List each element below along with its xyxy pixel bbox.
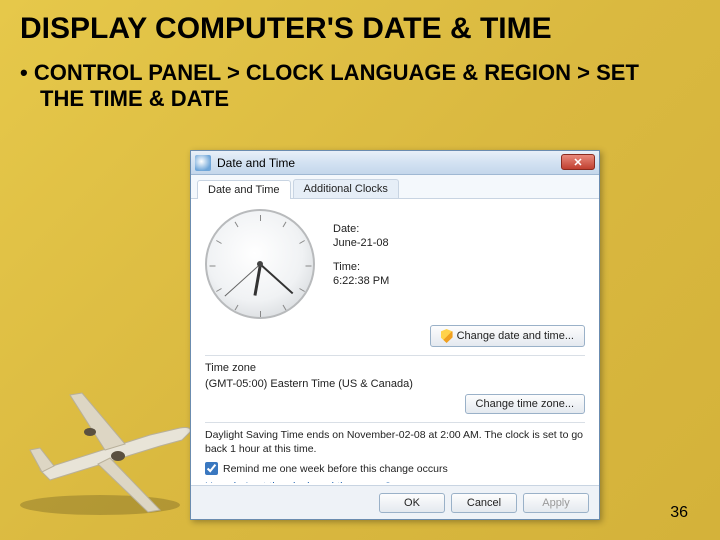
- dialog-footer: OK Cancel Apply: [191, 485, 599, 519]
- minute-hand: [259, 263, 293, 294]
- bullet-text: CONTROL PANEL > CLOCK LANGUAGE & REGION …: [0, 52, 720, 122]
- help-link[interactable]: How do I set the clock and time zone?: [205, 481, 585, 483]
- window-icon: [195, 155, 211, 171]
- page-number: 36: [670, 504, 688, 522]
- window-title: Date and Time: [217, 156, 295, 170]
- close-icon: ✕: [573, 156, 582, 169]
- dst-info-text: Daylight Saving Time ends on November-02…: [205, 429, 585, 456]
- tab-date-and-time[interactable]: Date and Time: [197, 180, 291, 199]
- ok-button[interactable]: OK: [379, 493, 445, 513]
- change-date-time-button[interactable]: Change date and time...: [430, 325, 585, 347]
- date-time-dialog: Date and Time ✕ Date and Time Additional…: [190, 150, 600, 520]
- time-label: Time:: [333, 261, 389, 273]
- slide-title: DISPLAY COMPUTER'S DATE & TIME: [0, 0, 720, 52]
- shield-icon: [441, 329, 453, 343]
- change-time-zone-button[interactable]: Change time zone...: [465, 394, 585, 414]
- time-value: 6:22:38 PM: [333, 275, 389, 287]
- divider: [205, 355, 585, 356]
- change-time-zone-label: Change time zone...: [476, 398, 574, 410]
- remind-label: Remind me one week before this change oc…: [223, 463, 448, 475]
- remind-checkbox-row[interactable]: Remind me one week before this change oc…: [205, 462, 585, 475]
- clock-hub: [257, 261, 263, 267]
- close-button[interactable]: ✕: [561, 154, 595, 170]
- tab-strip: Date and Time Additional Clocks: [191, 175, 599, 199]
- timezone-value: (GMT-05:00) Eastern Time (US & Canada): [205, 378, 585, 390]
- apply-button[interactable]: Apply: [523, 493, 589, 513]
- timezone-label: Time zone: [205, 362, 585, 374]
- dialog-content: Date: June-21-08 Time: 6:22:38 PM Change…: [191, 199, 599, 483]
- divider: [205, 422, 585, 423]
- airplane-graphic: [10, 380, 210, 520]
- tab-additional-clocks[interactable]: Additional Clocks: [293, 179, 399, 198]
- remind-checkbox[interactable]: [205, 462, 218, 475]
- date-value: June-21-08: [333, 237, 389, 249]
- cancel-button[interactable]: Cancel: [451, 493, 517, 513]
- change-date-time-label: Change date and time...: [457, 330, 574, 342]
- analog-clock: [205, 209, 315, 319]
- date-label: Date:: [333, 223, 389, 235]
- titlebar[interactable]: Date and Time ✕: [191, 151, 599, 175]
